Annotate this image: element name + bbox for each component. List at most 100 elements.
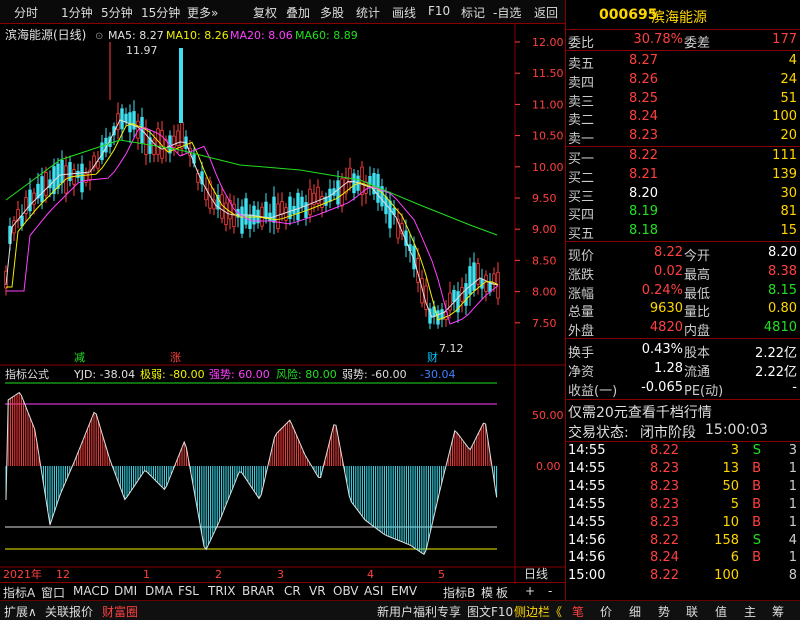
tick-time: 14:55 bbox=[568, 443, 606, 458]
indicator-name[interactable]: 指标公式 bbox=[5, 367, 49, 381]
stat-value: 0.80 bbox=[768, 301, 797, 317]
candle-body bbox=[320, 196, 324, 208]
candle-body bbox=[472, 262, 476, 291]
tick-side: S bbox=[752, 443, 761, 458]
footer-bar: 扩展∧ 关联报价 财富圈 新用户福利专享 图文F10 侧边栏《 笔 价 细 势 … bbox=[0, 600, 800, 620]
overlay-button[interactable]: 叠加 bbox=[286, 4, 310, 21]
candle-body bbox=[296, 192, 300, 221]
tab-window[interactable]: 窗口 bbox=[41, 584, 65, 601]
news-link[interactable]: 新用户福利专享 bbox=[377, 603, 461, 620]
stat-row: 涨跌 0.02 最高 8.38 bbox=[566, 263, 800, 283]
price-axis-label: 9.00 bbox=[532, 223, 557, 236]
candle-body bbox=[476, 263, 480, 285]
tab-board[interactable]: 板 bbox=[496, 584, 508, 601]
related-quotes-tab[interactable]: 关联报价 bbox=[45, 603, 93, 620]
tab-5min[interactable]: 5分钟 bbox=[101, 4, 133, 21]
price-axis-label: 11.50 bbox=[532, 67, 564, 80]
tick-volume: 50 bbox=[722, 478, 739, 494]
candles bbox=[4, 42, 500, 330]
period-mode[interactable]: 日线 bbox=[524, 567, 548, 581]
stat-label: PE(动) bbox=[684, 383, 724, 399]
fuquan-button[interactable]: 复权 bbox=[253, 4, 277, 21]
wealth-circle-tab[interactable]: 财富圈 bbox=[102, 603, 138, 620]
tab-obv[interactable]: OBV bbox=[333, 584, 359, 598]
tab-template[interactable]: 模 bbox=[481, 584, 493, 601]
tab-price[interactable]: 价 bbox=[600, 603, 612, 620]
candle-body bbox=[224, 202, 228, 226]
weibi-row: 委比 30.78% 委差 177 bbox=[566, 31, 800, 51]
tick-time: 14:56 bbox=[568, 532, 606, 548]
tab-brar[interactable]: BRAR bbox=[242, 584, 275, 598]
bid-label: 买五 bbox=[568, 227, 595, 243]
tab-more[interactable]: 更多» bbox=[187, 4, 218, 21]
tick-time: 14:55 bbox=[568, 514, 606, 530]
ask-price: 8.26 bbox=[629, 71, 658, 87]
multi-stock-button[interactable]: 多股 bbox=[320, 4, 344, 21]
draw-line-button[interactable]: 画线 bbox=[392, 4, 416, 21]
weibi-value: 30.78% bbox=[633, 32, 683, 47]
tab-cr[interactable]: CR bbox=[284, 584, 301, 598]
tick-time: 15:00 bbox=[568, 568, 606, 584]
add-watchlist-button[interactable]: -自选 bbox=[493, 4, 521, 21]
tick-volume: 10 bbox=[722, 514, 739, 530]
tick-time: 14:55 bbox=[568, 478, 606, 494]
promo-text[interactable]: 仅需20元查看千档行情 bbox=[568, 402, 712, 422]
ask-row: 卖二 8.24 100 bbox=[566, 108, 800, 128]
time-label: 2021年 bbox=[3, 567, 42, 581]
tab-value[interactable]: 值 bbox=[715, 603, 727, 620]
f10-link[interactable]: 图文F10 bbox=[467, 603, 513, 620]
stats-button[interactable]: 统计 bbox=[356, 4, 380, 21]
tab-1min[interactable]: 1分钟 bbox=[61, 4, 93, 21]
tab-dmi[interactable]: DMI bbox=[114, 584, 137, 598]
weicha-value: 177 bbox=[772, 32, 797, 47]
stat-label: 最低 bbox=[684, 286, 711, 302]
tick-price: 8.22 bbox=[650, 532, 679, 548]
tab-tick[interactable]: 笔 bbox=[572, 603, 584, 620]
candle-body bbox=[464, 283, 468, 306]
f10-button[interactable]: F10 bbox=[428, 4, 450, 18]
zoom-in-button[interactable]: + bbox=[525, 584, 535, 598]
ind-axis-50: 50.00 bbox=[532, 409, 564, 422]
chevron-down-icon[interactable]: ⊙ bbox=[95, 31, 103, 42]
mark-button[interactable]: 标记 bbox=[461, 4, 485, 21]
tab-main[interactable]: 主 bbox=[744, 603, 756, 620]
price-axis-label: 10.00 bbox=[532, 161, 564, 174]
tab-fsl[interactable]: FSL bbox=[178, 584, 199, 598]
tick-row: 14:55 8.23 50 B 1 bbox=[566, 478, 800, 497]
expand-button[interactable]: 扩展∧ bbox=[4, 603, 37, 620]
tab-chips[interactable]: 筹 bbox=[772, 603, 784, 620]
tab-link[interactable]: 联 bbox=[686, 603, 698, 620]
tab-trend[interactable]: 势 bbox=[658, 603, 670, 620]
sidebar-toggle[interactable]: 侧边栏《 bbox=[514, 603, 562, 620]
tab-indicator-a[interactable]: 指标A bbox=[3, 584, 35, 601]
price-axis-label: 7.50 bbox=[532, 317, 557, 330]
ask-volume: 20 bbox=[780, 128, 797, 144]
status-time: 15:00:03 bbox=[705, 422, 768, 438]
price-axis-label: 9.50 bbox=[532, 192, 557, 205]
price-axis-label: 11.00 bbox=[532, 98, 564, 111]
tab-15min[interactable]: 15分钟 bbox=[141, 4, 180, 21]
tab-macd[interactable]: MACD bbox=[73, 584, 109, 598]
candle-body bbox=[128, 112, 132, 133]
candle-body bbox=[20, 215, 24, 227]
tab-dma[interactable]: DMA bbox=[145, 584, 173, 598]
candle-body bbox=[452, 289, 456, 303]
tab-asi[interactable]: ASI bbox=[364, 584, 383, 598]
promo-link[interactable]: 仅需20元查看千档行情 bbox=[566, 401, 800, 422]
candle-body bbox=[300, 196, 304, 207]
tab-detail[interactable]: 细 bbox=[629, 603, 641, 620]
tab-trix[interactable]: TRIX bbox=[208, 584, 235, 598]
stat-label: 流通 bbox=[684, 364, 711, 380]
tab-emv[interactable]: EMV bbox=[391, 584, 417, 598]
kline-chart[interactable]: 滨海能源(日线) ⊙ MA5: 8.27 MA10: 8.26 MA20: 8.… bbox=[0, 24, 565, 584]
stock-name: 滨海能源 bbox=[651, 10, 707, 26]
tab-indicator-b[interactable]: 指标B bbox=[443, 584, 475, 601]
tab-vr[interactable]: VR bbox=[309, 584, 326, 598]
zoom-out-button[interactable]: - bbox=[548, 584, 552, 598]
tab-fenshi[interactable]: 分时 bbox=[14, 4, 38, 21]
stat-value: 0.24% bbox=[641, 282, 683, 298]
tick-price: 8.23 bbox=[650, 514, 679, 530]
back-button[interactable]: 返回 bbox=[534, 4, 558, 21]
tick-price: 8.23 bbox=[650, 478, 679, 494]
price-axis-label: 8.00 bbox=[532, 286, 557, 299]
